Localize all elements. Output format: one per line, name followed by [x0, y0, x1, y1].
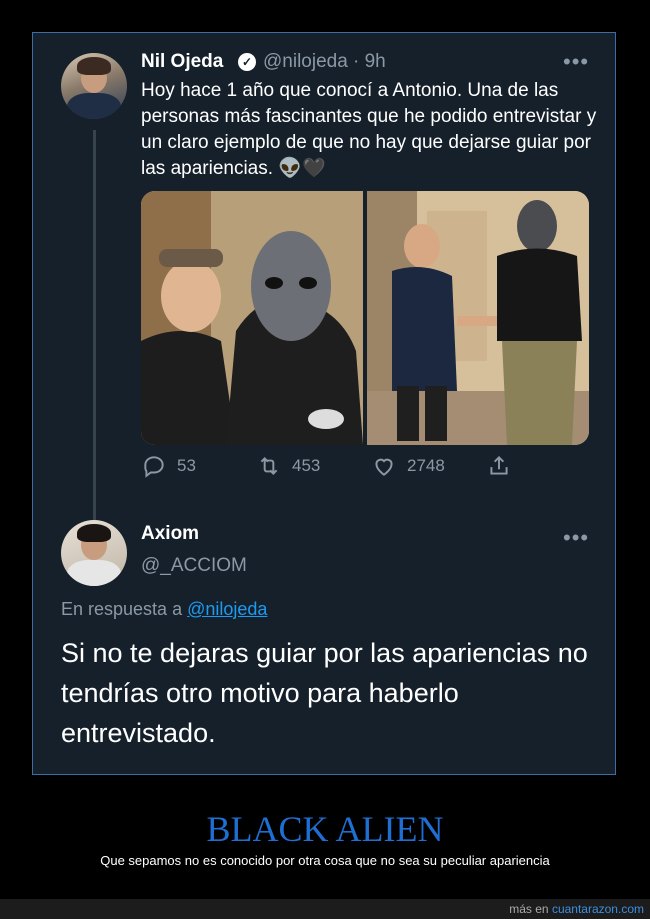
footer-credit: más en cuantarazon.com [509, 902, 644, 916]
reply-author-name[interactable]: Axiom [141, 523, 199, 545]
heart-icon [375, 458, 393, 476]
footer-prefix: más en [509, 902, 549, 916]
in-reply-to-handle-link[interactable]: @nilojeda [187, 599, 267, 619]
tweet-timestamp[interactable]: · 9h [353, 51, 386, 73]
tweet-photo-2[interactable] [367, 191, 589, 445]
caption-title: BLACK ALIEN [206, 809, 444, 849]
retweet-icon [260, 457, 278, 475]
tweet-author-name[interactable]: Nil Ojeda [141, 51, 223, 73]
reply-action[interactable]: 53 [141, 453, 196, 479]
reply-more-options-icon[interactable]: ••• [563, 527, 589, 549]
share-icon [490, 455, 508, 475]
tweet-screenshot-frame: Nil Ojeda ✓ @nilojeda · 9h ••• Hoy hace … [32, 32, 616, 775]
nil-ojeda-avatar[interactable] [61, 53, 127, 119]
retweet-action[interactable]: 453 [256, 453, 320, 479]
like-action[interactable]: 2748 [371, 453, 445, 479]
retweet-count: 453 [292, 456, 321, 475]
thread-connector-line [93, 130, 96, 544]
in-reply-to-prefix: En respuesta a [61, 599, 183, 619]
footer-site-link[interactable]: cuantarazon.com [552, 902, 644, 916]
site-footer: más en cuantarazon.com [0, 899, 650, 919]
caption-subtitle: Que sepamos no es conocido por otra cosa… [100, 853, 550, 868]
verified-badge-icon: ✓ [238, 53, 256, 71]
share-action[interactable] [486, 453, 512, 479]
reply-icon [144, 456, 164, 478]
tweet-author-handle[interactable]: @nilojeda [263, 51, 348, 73]
like-count: 2748 [407, 456, 445, 475]
in-reply-to-line: En respuesta a @nilojeda [61, 599, 267, 620]
photo-1-illustration [141, 191, 363, 445]
photo-2-illustration [367, 191, 589, 445]
tweet-action-bar: 53 453 2748 [141, 453, 581, 483]
reply-count: 53 [177, 456, 196, 475]
tweet-body-text: Hoy hace 1 año que conocí a Antonio. Una… [141, 80, 597, 179]
tweet-more-options-icon[interactable]: ••• [563, 51, 589, 73]
reply-body-text: Si no te dejaras guiar por las aparienci… [61, 638, 588, 748]
reply-author-handle[interactable]: @_ACCIOM [141, 555, 247, 577]
axiom-avatar[interactable] [61, 520, 127, 586]
tweet-photo-1[interactable] [141, 191, 363, 445]
